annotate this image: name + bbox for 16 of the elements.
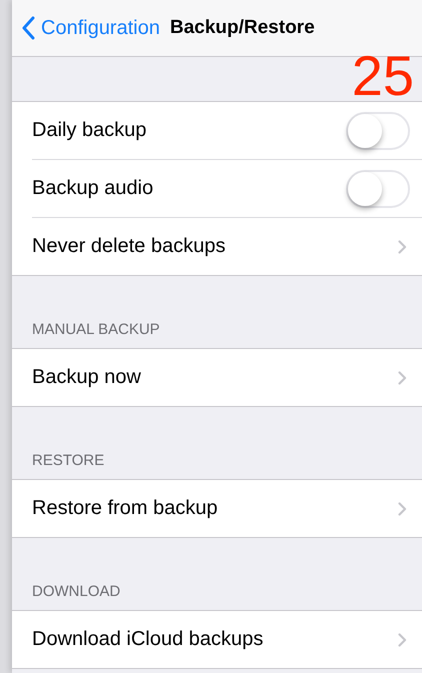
menu-row[interactable]: Never delete backups bbox=[32, 218, 422, 275]
toggle-switch[interactable] bbox=[346, 112, 410, 150]
toggle-row[interactable]: Daily backup bbox=[32, 102, 422, 160]
back-chevron-icon bbox=[21, 16, 35, 40]
chevron-icon bbox=[398, 502, 407, 516]
chevron-icon bbox=[398, 240, 407, 254]
overlay-number: 25 bbox=[352, 48, 414, 104]
screen-title: Backup/Restore bbox=[170, 17, 315, 39]
section-header: RESTORE bbox=[32, 452, 104, 469]
toggle-row[interactable]: Backup audio bbox=[32, 160, 422, 218]
chevron-icon bbox=[398, 370, 407, 384]
chevron-icon bbox=[398, 632, 407, 646]
toggle-switch[interactable] bbox=[346, 170, 410, 208]
section-header: DOWNLOAD bbox=[32, 583, 120, 600]
section-header: MANUAL BACKUP bbox=[32, 321, 160, 338]
back-button[interactable]: Configuration bbox=[21, 16, 160, 40]
